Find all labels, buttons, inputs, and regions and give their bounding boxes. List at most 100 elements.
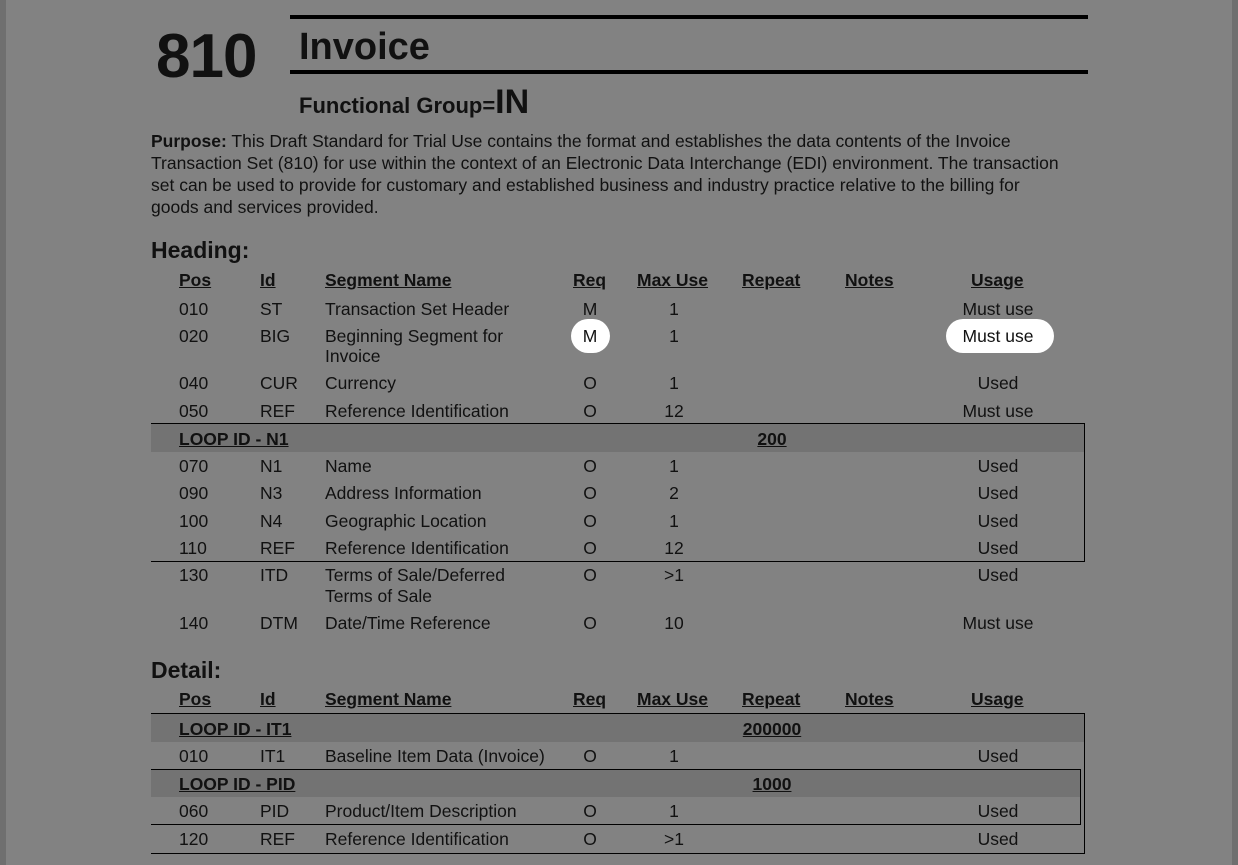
row-itd-name-line2: Terms of Sale [325,586,432,606]
row-ref-050-pos: 050 [179,401,209,421]
row-ref-120-id: REF [260,829,295,849]
detail-section-label: Detail: [151,657,222,683]
row-n4-name: Geographic Location [325,511,487,531]
row-ref-050-usage: Must use [962,401,1034,421]
row-ref-120-pos: 120 [179,829,209,849]
page-edge-left [0,0,6,865]
row-st-usage: Must use [962,299,1034,319]
row-n4-max: 1 [669,511,679,531]
row-it1-max: 1 [669,746,679,766]
title-rule-top [290,15,1088,19]
row-pid-req: O [583,801,597,821]
functional-group-code: IN [495,83,530,121]
heading-col-segment-name: Segment Name [325,270,452,290]
row-n1-usage: Used [977,456,1019,476]
row-itd-max: >1 [664,565,684,585]
row-ref-050-name: Reference Identification [325,401,509,421]
row-n1-pos: 070 [179,456,209,476]
row-ref-110-usage: Used [977,538,1019,558]
row-n3-max: 2 [669,483,679,503]
heading-section-label: Heading: [151,237,250,263]
row-n4-req: O [583,511,597,531]
row-dtm-name: Date/Time Reference [325,613,491,633]
row-itd-name: Terms of Sale/Deferred [325,565,505,585]
row-dtm-max: 10 [664,613,684,633]
purpose-line-3: set can be used to provide for customary… [151,175,1020,195]
row-ref-120-max: >1 [664,829,684,849]
row-ref-120-req: O [583,829,597,849]
loop-it1-right-line [1084,713,1085,854]
row-it1-pos: 010 [179,746,209,766]
row-cur-req: O [583,373,597,393]
row-pid-usage: Used [977,801,1019,821]
loop-pid-label: LOOP ID - PID [179,774,296,794]
loop-pid-top-line [151,769,1081,770]
row-it1-name: Baseline Item Data (Invoice) [325,746,545,766]
row-ref-110-req: O [583,538,597,558]
loop-pid-right-line [1080,769,1081,825]
row-big-id: BIG [260,326,291,346]
heading-col-req: Req [573,270,607,290]
document-title: Invoice [299,26,430,68]
loop-pid-repeat: 1000 [752,774,792,794]
row-it1-req: O [583,746,597,766]
detail-col-usage: Usage [971,689,1024,709]
heading-col-max-use: Max Use [637,270,709,290]
row-it1-id: IT1 [260,746,286,766]
loop-it1-top-line [151,713,1085,714]
row-dtm-usage: Must use [962,613,1034,633]
loop-it1-bottom-line [151,853,1085,854]
row-n1-id: N1 [260,456,283,476]
row-st-name: Transaction Set Header [325,299,510,319]
row-st-max: 1 [669,299,679,319]
row-pid-pos: 060 [179,801,209,821]
row-big-max: 1 [669,326,679,346]
row-n1-name: Name [325,456,372,476]
row-n3-pos: 090 [179,483,209,503]
detail-col-repeat: Repeat [742,689,801,709]
row-ref-110-max: 12 [664,538,684,558]
row-cur-max: 1 [669,373,679,393]
heading-col-pos: Pos [179,270,212,290]
purpose-label: Purpose: [151,131,227,151]
row-itd-req: O [583,565,597,585]
row-big-name: Beginning Segment for [325,326,504,346]
row-big-usage: Must use [962,326,1034,346]
loop-n1-top-line [151,423,1085,424]
row-itd-usage: Used [977,565,1019,585]
row-dtm-pos: 140 [179,613,209,633]
row-big-req: M [582,326,598,346]
row-ref-120-usage: Used [977,829,1019,849]
row-ref-050-max: 12 [664,401,684,421]
row-pid-id: PID [260,801,290,821]
row-ref-050-id: REF [260,401,295,421]
row-n3-usage: Used [977,483,1019,503]
heading-col-repeat: Repeat [742,270,801,290]
row-dtm-req: O [583,613,597,633]
heading-col-notes: Notes [845,270,894,290]
detail-col-notes: Notes [845,689,894,709]
loop-it1-repeat: 200000 [742,719,802,739]
row-cur-usage: Used [977,373,1019,393]
row-n4-pos: 100 [179,511,209,531]
row-n3-name: Address Information [325,483,482,503]
loop-pid-bottom-line [151,824,1081,825]
row-cur-pos: 040 [179,373,209,393]
purpose-line-1: This Draft Standard for Trial Use contai… [231,131,1011,151]
detail-col-pos: Pos [179,689,212,709]
row-ref-120-name: Reference Identification [325,829,509,849]
row-cur-id: CUR [260,373,298,393]
heading-col-usage: Usage [971,270,1024,290]
row-big-name-line2: Invoice [325,346,381,366]
row-ref-050-req: O [583,401,597,421]
detail-col-id: Id [260,689,276,709]
row-ref-110-id: REF [260,538,295,558]
row-pid-max: 1 [669,801,679,821]
row-ref-110-pos: 110 [179,538,207,558]
loop-n1-right-line [1084,423,1085,562]
loop-n1-bottom-line [151,561,1085,562]
row-n3-req: O [583,483,597,503]
detail-col-segment-name: Segment Name [325,689,452,709]
row-n1-max: 1 [669,456,679,476]
row-itd-id: ITD [260,565,289,585]
